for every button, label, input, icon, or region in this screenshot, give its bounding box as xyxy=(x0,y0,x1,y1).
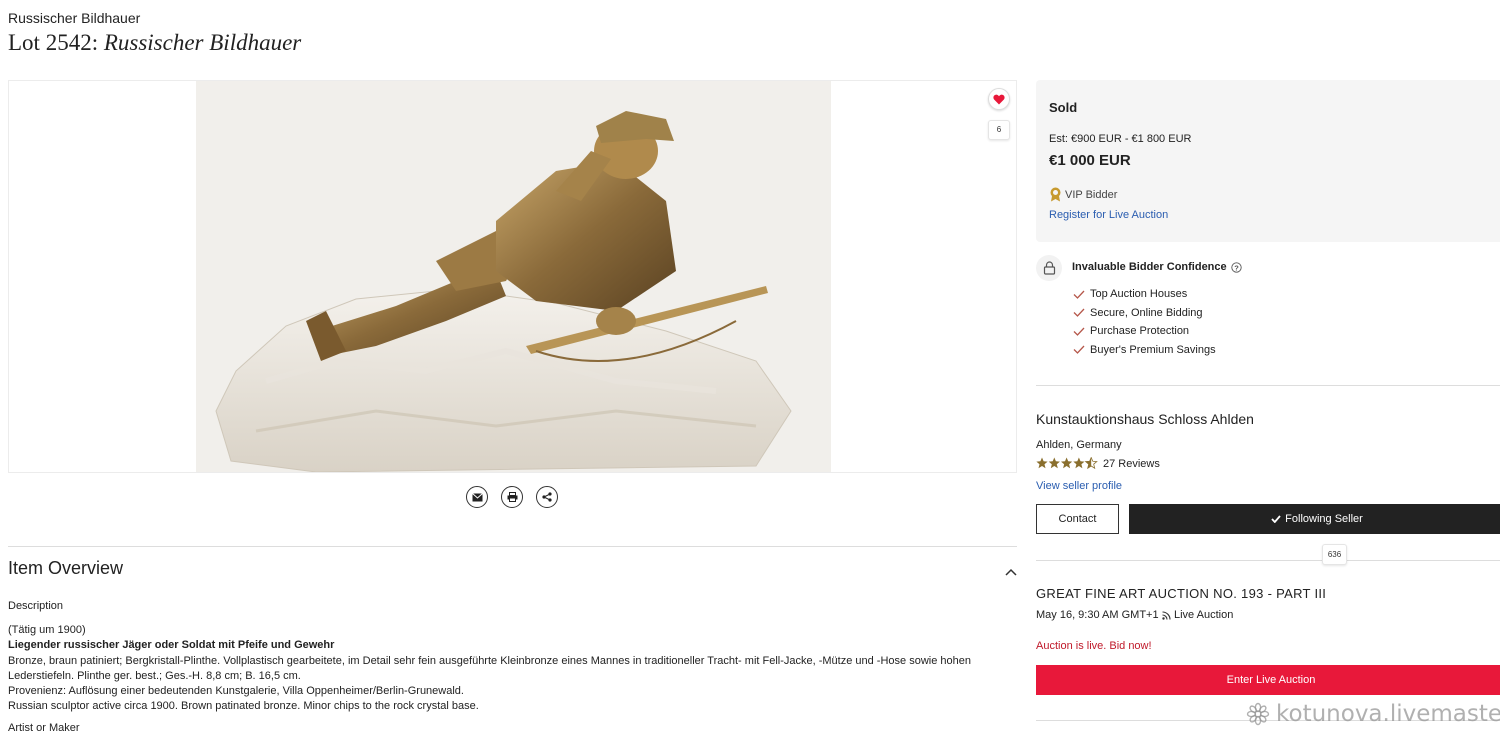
vip-bidder-label: VIP Bidder xyxy=(1065,188,1118,201)
favorite-button[interactable] xyxy=(988,88,1010,110)
register-live-auction-link[interactable]: Register for Live Auction xyxy=(1049,209,1168,221)
following-seller-label: Following Seller xyxy=(1285,513,1363,525)
check-icon xyxy=(1073,290,1085,299)
auction-title[interactable]: GREAT FINE ART AUCTION NO. 193 - PART II… xyxy=(1036,586,1326,601)
seller-rating[interactable]: 27 Reviews xyxy=(1036,457,1160,470)
image-actions xyxy=(466,486,558,508)
sale-summary-card: Sold Est: €900 EUR - €1 800 EUR €1 000 E… xyxy=(1036,80,1500,242)
description-heading: Liegender russischer Jäger oder Soldat m… xyxy=(8,639,335,652)
following-seller-button[interactable]: Following Seller xyxy=(1129,504,1500,534)
item-overview-title[interactable]: Item Overview xyxy=(8,558,123,579)
auction-type-label: Live Auction xyxy=(1174,609,1234,621)
section-divider xyxy=(8,546,1017,547)
print-button[interactable] xyxy=(501,486,523,508)
share-button[interactable] xyxy=(536,486,558,508)
help-icon[interactable]: ? xyxy=(1230,261,1242,273)
flower-logo-icon xyxy=(1246,702,1270,726)
rating-stars xyxy=(1036,457,1098,470)
envelope-icon xyxy=(471,492,483,501)
section-divider xyxy=(1036,385,1500,386)
check-icon xyxy=(1073,345,1085,355)
lot-title: Lot 2542: Russischer Bildhauer xyxy=(8,30,301,56)
sale-status: Sold xyxy=(1049,100,1078,115)
vip-bidder: VIP Bidder xyxy=(1049,187,1117,202)
list-item: Buyer's Premium Savings xyxy=(1072,341,1216,360)
artist-maker-label: Artist or Maker xyxy=(8,722,80,734)
section-divider xyxy=(1347,560,1500,561)
seller-location: Ahlden, Germany xyxy=(1036,439,1122,451)
lot-image[interactable] xyxy=(196,81,831,472)
enter-live-auction-button[interactable]: Enter Live Auction xyxy=(1036,665,1500,695)
description-line: (Tätig um 1900) xyxy=(8,624,86,636)
live-feed-icon xyxy=(1162,610,1171,620)
seller-name[interactable]: Kunstauktionshaus Schloss Ahlden xyxy=(1036,411,1254,427)
list-item: Secure, Online Bidding xyxy=(1072,304,1216,323)
list-item-label: Secure, Online Bidding xyxy=(1090,306,1203,319)
description-line: Bronze, braun patiniert; Bergkristall-Pl… xyxy=(8,654,971,682)
contact-button[interactable]: Contact xyxy=(1036,504,1119,534)
watermark: kotunova.livemaster.ru xyxy=(1246,701,1500,727)
list-item-label: Top Auction Houses xyxy=(1090,288,1188,301)
list-item: Top Auction Houses xyxy=(1072,285,1216,304)
check-icon xyxy=(1271,515,1281,523)
description-line: Russian sculptor active circa 1900. Brow… xyxy=(8,700,479,713)
check-icon xyxy=(1073,308,1085,318)
favorite-count: 6 xyxy=(988,120,1010,140)
estimate: Est: €900 EUR - €1 800 EUR xyxy=(1049,133,1192,145)
email-button[interactable] xyxy=(466,486,488,508)
svg-text:?: ? xyxy=(1234,263,1239,272)
lot-name: Russischer Bildhauer xyxy=(103,30,302,55)
list-item-label: Purchase Protection xyxy=(1090,325,1190,338)
review-count[interactable]: 27 Reviews xyxy=(1103,458,1160,470)
star-icon xyxy=(1036,457,1098,470)
lot-number: Lot 2542: xyxy=(8,30,99,55)
sold-price: €1 000 EUR xyxy=(1049,152,1131,169)
section-divider xyxy=(1036,560,1322,561)
confidence-list: Top Auction Houses Secure, Online Biddin… xyxy=(1072,285,1216,359)
view-seller-profile-link[interactable]: View seller profile xyxy=(1036,480,1122,492)
auction-date: May 16, 9:30 AM GMT+1 xyxy=(1036,609,1159,621)
list-item-label: Buyer's Premium Savings xyxy=(1090,343,1216,356)
auction-type: Live Auction xyxy=(1162,609,1233,621)
share-icon xyxy=(542,492,552,502)
list-item: Purchase Protection xyxy=(1072,322,1216,341)
description-text: (Tätig um 1900) Liegender russischer Jäg… xyxy=(8,623,1013,715)
follower-count: 636 xyxy=(1322,544,1347,565)
heart-icon xyxy=(993,94,1005,104)
live-notice: Auction is live. Bid now! xyxy=(1036,640,1152,652)
watermark-text: kotunova.livemaster.ru xyxy=(1276,701,1500,727)
vip-badge-icon xyxy=(1050,187,1061,202)
check-icon xyxy=(1073,327,1085,336)
print-icon xyxy=(507,492,517,502)
bronze-sculpture-image xyxy=(196,81,831,472)
chevron-up-icon[interactable] xyxy=(1005,563,1017,581)
description-label: Description xyxy=(8,600,64,612)
lock-icon xyxy=(1036,255,1062,281)
image-panel: 6 xyxy=(8,80,1017,473)
confidence-title: Invaluable Bidder Confidence ? xyxy=(1072,261,1242,273)
artist-link[interactable]: Russischer Bildhauer xyxy=(8,10,140,26)
confidence-title-text: Invaluable Bidder Confidence xyxy=(1072,261,1227,273)
description-line: Provenienz: Auflösung einer bedeutenden … xyxy=(8,685,464,698)
